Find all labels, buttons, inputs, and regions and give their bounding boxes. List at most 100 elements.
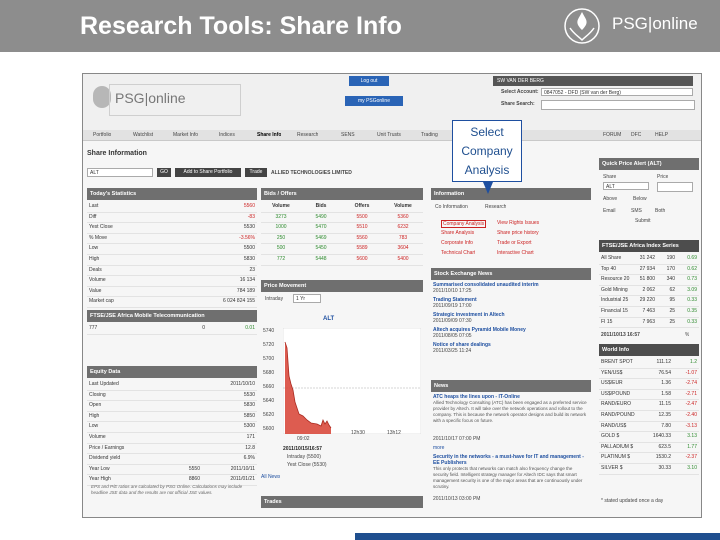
list-item[interactable]: Summarised consolidated unaudited interi… [433, 282, 589, 294]
nav-item-help[interactable]: HELP [655, 132, 668, 138]
share-price-history-link[interactable]: Share price history [497, 230, 539, 236]
list-item[interactable]: Altech acquires Pyramid Mobile Money 2011… [433, 327, 589, 339]
table-row: Gold Mining 2 062 62 3.09 [599, 286, 699, 297]
table-row: RAND/US$ 7.80 -3.13 [599, 422, 699, 433]
table-row: Top 40 27 934 170 0.62 [599, 265, 699, 276]
table-row: 1000 5470 5510 6232 [261, 223, 423, 234]
table-row: Last 5560 [87, 202, 257, 213]
price-chart-plot [283, 328, 421, 434]
nav-item-watchlist[interactable]: Watchlist [133, 132, 153, 138]
nav-item-share-info[interactable]: Share Info [257, 132, 281, 138]
trades-header: Trades [261, 496, 423, 508]
view-rights-link[interactable]: View Rights Issues [497, 220, 539, 226]
world-item-change: -2.40 [685, 411, 697, 418]
world-item-value: 76.54 [658, 369, 671, 376]
alert-option-below[interactable]: Below [633, 196, 647, 202]
price-chart: 5740 5720 5700 5680 5660 5640 5620 5600 [261, 324, 423, 434]
table-row: Closing 5530 [87, 391, 257, 402]
table-row: Yest Close 5530 [87, 223, 257, 234]
table-row: All Share 31 242 190 0.69 [599, 254, 699, 265]
share-code-input[interactable]: ALT [87, 168, 153, 177]
list-item[interactable]: Strategic investment in Altech 2011/09/09… [433, 312, 589, 324]
table-row: 250 5469 5560 783 [261, 234, 423, 245]
table-row: YEN/US$ 76.54 -1.07 [599, 369, 699, 380]
table-row: Year Low 5550 2011/10/11 [87, 465, 257, 476]
log-out-button[interactable]: Log out [349, 76, 389, 86]
indices-header: FTSE/JSE Africa Index Series [599, 240, 699, 252]
nav-item-dfc[interactable]: DFC [631, 132, 641, 138]
world-item-change: 1.2 [690, 359, 697, 365]
chart-legend-yest: Yest Close (5530) [287, 462, 327, 468]
price-tab-intraday[interactable]: Intraday [265, 296, 283, 302]
chart-x-tick: 12h30 [351, 430, 365, 436]
table-row: Market cap 6 024 824 155 [87, 297, 257, 308]
all-news-link[interactable]: All News [261, 474, 280, 480]
callout-line-1: Select [470, 125, 504, 139]
chart-y-tick: 5700 [263, 356, 275, 362]
chart-legend-intraday: Intraday (5500) [287, 454, 321, 460]
list-item[interactable]: Security in the networks - a must-have f… [433, 454, 589, 502]
list-item[interactable]: Notice of share dealings 2011/03/25 11:24 [433, 342, 589, 354]
my-psg-button[interactable]: my PSGonline [345, 96, 403, 106]
nav-item-portfolio[interactable]: Portfolio [93, 132, 111, 138]
corporate-info-link[interactable]: Corporate Info [441, 240, 473, 246]
go-button[interactable]: GO [157, 168, 171, 177]
list-item[interactable]: Trading Statement 2011/09/19 17:00 [433, 297, 589, 309]
share-analysis-link[interactable]: Share Analysis [441, 230, 474, 236]
trade-export-link[interactable]: Trade or Export [497, 240, 532, 246]
world-item-change: -3.13 [685, 422, 697, 429]
news-more-link[interactable]: more [433, 445, 589, 451]
table-row: Low 5500 [87, 244, 257, 255]
select-account-dropdown[interactable]: 0847052 - DFD (SW van der Berg) [541, 88, 693, 96]
nav-item-market-info[interactable]: Market Info [173, 132, 198, 138]
period-select[interactable]: 1 Yr [293, 294, 321, 303]
list-item[interactable]: ATC heaps the lines upon - IT-Online All… [433, 394, 589, 442]
table-row: Low 5300 [87, 422, 257, 433]
quick-alert-price-input[interactable] [657, 182, 693, 192]
technical-chart-link[interactable]: Technical Chart [441, 250, 475, 256]
alert-option-sms[interactable]: SMS [631, 208, 642, 214]
slide-footer-bar [355, 533, 720, 540]
chart-legend-time: 2011/10/15/16:57 [283, 446, 322, 452]
nav-item-unit-trusts[interactable]: Unit Trusts [377, 132, 401, 138]
alert-option-both[interactable]: Both [655, 208, 665, 214]
todays-stats-header: Today's Statistics [87, 188, 257, 200]
quick-alert-share-input[interactable]: ALT [603, 182, 649, 190]
indices-pct: % [685, 332, 690, 338]
trade-button[interactable]: Trade [245, 168, 267, 177]
share-search-input[interactable] [541, 100, 695, 110]
psg-online-screenshot: PSG|online Log out my PSGonline SW VAN D… [82, 73, 702, 518]
equity-note: EPS and P/E ratios are calculated by PSG… [91, 484, 243, 495]
table-row: RAND/POUND 12.35 -2.40 [599, 411, 699, 422]
table-row: Diff -83 [87, 213, 257, 224]
interactive-chart-link[interactable]: Interactive Chart [497, 250, 534, 256]
table-row: High 5830 [87, 255, 257, 266]
nav-item-research[interactable]: Research [297, 132, 318, 138]
world-item-value: 30.33 [658, 464, 671, 471]
world-item-change: 3.13 [687, 433, 697, 440]
table-row: 3273 5490 5500 5360 [261, 213, 423, 224]
nav-item-indices[interactable]: Indices [219, 132, 235, 138]
chart-y-tick: 5740 [263, 328, 275, 334]
company-analysis-link[interactable]: Company Analysis [441, 220, 487, 228]
alert-option-email[interactable]: Email [603, 208, 616, 214]
share-search-label: Share Search: [501, 101, 535, 107]
indices-table: All Share 31 242 190 0.69 Top 40 27 934 170 0.… [599, 254, 699, 329]
world-item-change: -2.37 [685, 454, 697, 461]
chart-y-tick: 5640 [263, 398, 275, 404]
table-row: Last Updated 2011/10/10 [87, 380, 257, 391]
quick-alert-submit[interactable]: Submit [635, 218, 651, 224]
table-row: Financial 15 7 463 25 0.35 [599, 307, 699, 318]
nav-item-forum[interactable]: FORUM [603, 132, 621, 138]
nav-item-sens[interactable]: SENS [341, 132, 355, 138]
chart-y-tick: 5620 [263, 412, 275, 418]
world-item-change: 3.10 [687, 464, 697, 471]
alert-option-above[interactable]: Above [603, 196, 617, 202]
tab-co-information[interactable]: Co Information [435, 204, 468, 210]
tab-research[interactable]: Research [485, 204, 506, 210]
table-row: % Move -3.56% [87, 234, 257, 245]
select-account-label: Select Account: [501, 89, 539, 95]
nav-item-trading[interactable]: Trading [421, 132, 438, 138]
table-row: Value 784 189 [87, 287, 257, 298]
add-to-portfolio-button[interactable]: Add to Share Portfolio [175, 168, 241, 177]
